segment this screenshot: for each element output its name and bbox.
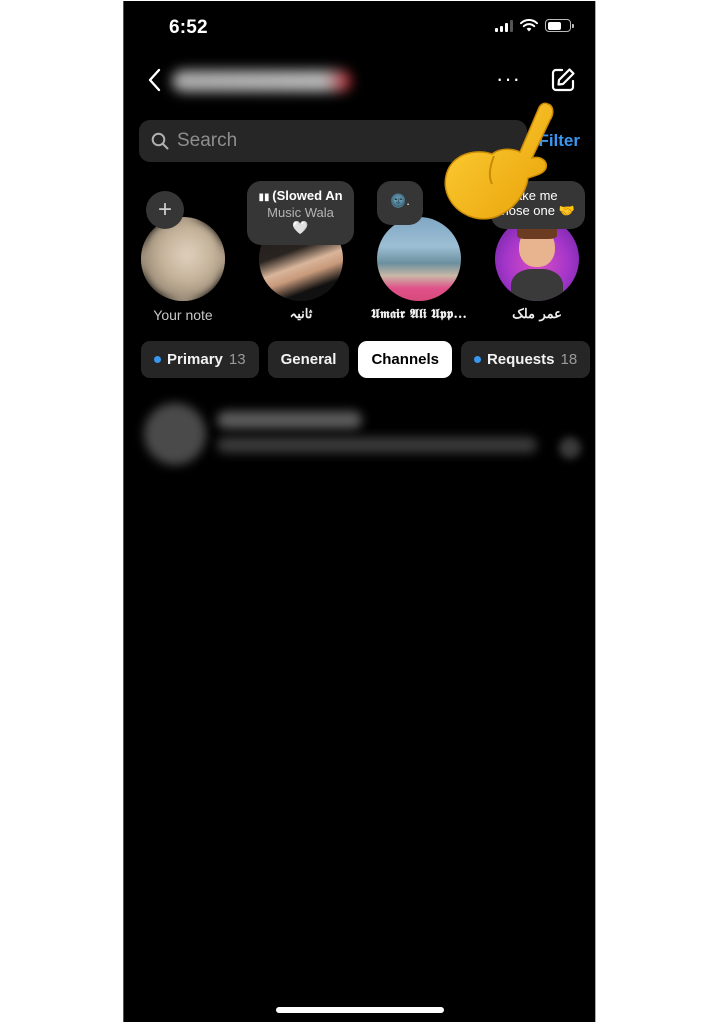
tab-requests[interactable]: Requests 18 bbox=[460, 341, 591, 378]
wifi-icon bbox=[520, 19, 538, 32]
tab-channels[interactable]: Channels bbox=[358, 341, 452, 378]
search-input[interactable] bbox=[177, 130, 477, 152]
search-bar[interactable] bbox=[139, 120, 527, 162]
chevron-left-icon[interactable] bbox=[144, 66, 168, 94]
thread-title: (blurred name) bbox=[217, 411, 362, 429]
note-label: 𝖀𝖒𝖆𝖎𝖗 𝕬𝖑𝖎 𝖀𝖕𝖕... bbox=[371, 307, 467, 322]
inbox-tabs: Primary 13 General Channels Requests 18 bbox=[141, 341, 591, 378]
plus-icon: + bbox=[157, 196, 172, 223]
note-bubble[interactable]: ake me chose one 🤝 bbox=[491, 181, 585, 229]
avatar[interactable] bbox=[141, 217, 225, 301]
home-indicator[interactable] bbox=[276, 1007, 444, 1013]
notes-row: + Your note ▮▮ (Slowed An Music Wala 🤍 ث… bbox=[124, 179, 595, 329]
note-item[interactable]: ake me chose one 🤝 عمر ملک bbox=[478, 179, 595, 329]
note-bubble[interactable]: 🌚. bbox=[377, 181, 423, 225]
avatar[interactable] bbox=[495, 217, 579, 301]
thread-row[interactable]: (blurred name) (blurred message preview) bbox=[139, 399, 584, 469]
note-item[interactable]: ▮▮ (Slowed An Music Wala 🤍 ثانیہ bbox=[242, 179, 360, 329]
audio-bars-icon: ▮▮ bbox=[258, 192, 273, 203]
header: (blurred username) ··· bbox=[124, 56, 595, 106]
search-icon bbox=[151, 132, 169, 150]
account-name[interactable]: (blurred username) bbox=[172, 70, 352, 92]
avatar bbox=[144, 403, 206, 465]
note-bubble[interactable]: ▮▮ (Slowed An Music Wala 🤍 bbox=[247, 181, 354, 245]
note-label: عمر ملک bbox=[512, 307, 562, 322]
status-bar: 6:52 bbox=[124, 1, 595, 51]
avatar[interactable] bbox=[377, 217, 461, 301]
note-item[interactable]: 🌚. 𝖀𝖒𝖆𝖎𝖗 𝕬𝖑𝖎 𝖀𝖕𝖕... bbox=[360, 179, 478, 329]
compose-edit-icon[interactable] bbox=[549, 66, 577, 94]
thread-indicator-icon bbox=[559, 437, 581, 459]
heart-icon: 🤍 bbox=[292, 220, 309, 235]
note-label: ثانیہ bbox=[289, 307, 313, 322]
add-note-button[interactable]: + bbox=[146, 191, 184, 229]
note-label: Your note bbox=[153, 307, 213, 323]
unread-dot-icon bbox=[473, 356, 481, 363]
unread-dot-icon bbox=[154, 356, 161, 363]
filter-button[interactable]: Filter bbox=[538, 131, 580, 151]
battery-icon bbox=[545, 19, 574, 32]
status-icons bbox=[495, 19, 574, 32]
tab-general[interactable]: General bbox=[267, 341, 350, 378]
phone-screen: 6:52 (blurred username) ··· Filt bbox=[123, 1, 596, 1022]
status-time: 6:52 bbox=[169, 17, 208, 38]
tab-primary[interactable]: Primary 13 bbox=[141, 341, 259, 378]
more-options-button[interactable]: ··· bbox=[496, 68, 521, 90]
cellular-signal-icon bbox=[495, 19, 513, 32]
thread-preview: (blurred message preview) bbox=[217, 437, 537, 453]
note-your-note[interactable]: + Your note bbox=[124, 179, 242, 329]
